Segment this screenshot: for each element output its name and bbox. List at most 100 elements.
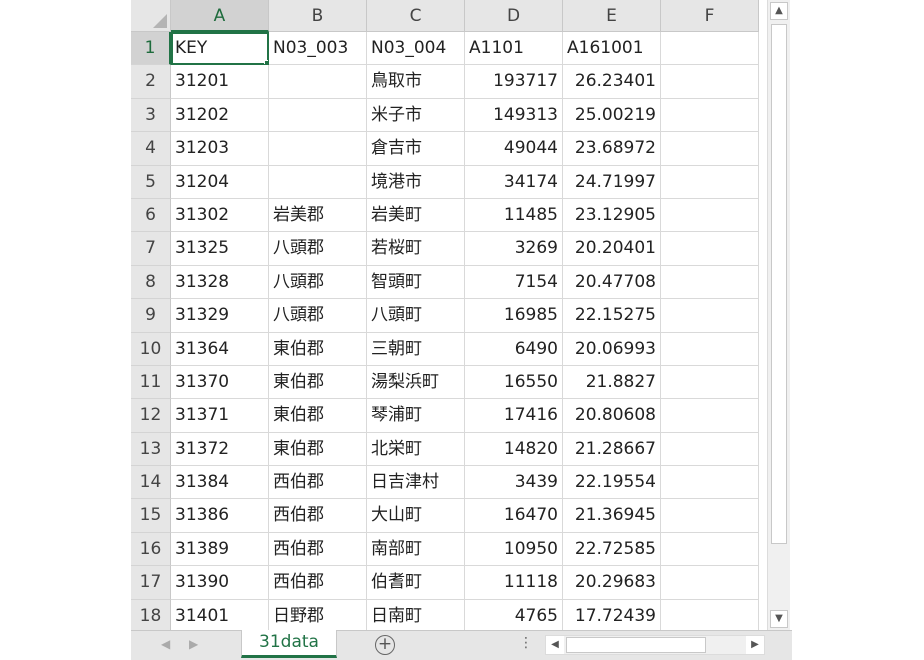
cell-d16[interactable]: 10950	[465, 532, 563, 567]
cell-e3[interactable]: 25.00219	[563, 98, 661, 133]
cell-a1[interactable]: KEY	[171, 32, 269, 66]
cell-f18[interactable]	[661, 599, 759, 634]
cell-a18[interactable]: 31401	[171, 599, 269, 634]
cell-f14[interactable]	[661, 466, 759, 500]
cell-d11[interactable]: 16550	[465, 365, 563, 400]
cell-f3[interactable]	[661, 98, 759, 133]
cell-a9[interactable]: 31329	[171, 299, 269, 333]
row-header-13[interactable]: 13	[131, 432, 171, 467]
cell-c3[interactable]: 米子市	[367, 98, 465, 133]
cell-b8[interactable]: 八頭郡	[269, 265, 367, 300]
cell-c8[interactable]: 智頭町	[367, 265, 465, 300]
scroll-down-icon[interactable]: ▼	[770, 610, 788, 628]
vertical-scrollbar[interactable]: ▲ ▼	[767, 0, 790, 632]
cell-a11[interactable]: 31370	[171, 365, 269, 400]
cell-f9[interactable]	[661, 299, 759, 333]
cell-b5[interactable]	[269, 165, 367, 199]
cell-e15[interactable]: 21.36945	[563, 499, 661, 533]
row-header-3[interactable]: 3	[131, 98, 171, 133]
cell-f8[interactable]	[661, 265, 759, 300]
cell-c1[interactable]: N03_004	[367, 32, 465, 66]
scroll-left-icon[interactable]: ◀	[546, 636, 564, 654]
cell-b11[interactable]: 東伯郡	[269, 365, 367, 400]
row-header-5[interactable]: 5	[131, 165, 171, 199]
cell-b14[interactable]: 西伯郡	[269, 466, 367, 500]
prev-sheet-icon[interactable]: ◀	[161, 637, 170, 651]
cell-d17[interactable]: 11118	[465, 566, 563, 600]
cell-c12[interactable]: 琴浦町	[367, 399, 465, 433]
cell-b15[interactable]: 西伯郡	[269, 499, 367, 533]
cell-b13[interactable]: 東伯郡	[269, 432, 367, 467]
cell-b6[interactable]: 岩美郡	[269, 198, 367, 233]
row-header-12[interactable]: 12	[131, 399, 171, 433]
column-header-c[interactable]: C	[367, 0, 465, 32]
cell-c5[interactable]: 境港市	[367, 165, 465, 199]
add-sheet-icon[interactable]: +	[375, 635, 395, 655]
cell-a5[interactable]: 31204	[171, 165, 269, 199]
column-header-f[interactable]: F	[661, 0, 759, 32]
column-header-e[interactable]: E	[563, 0, 661, 32]
cell-a12[interactable]: 31371	[171, 399, 269, 433]
row-header-15[interactable]: 15	[131, 499, 171, 533]
cell-e11[interactable]: 21.8827	[563, 365, 661, 400]
cell-a3[interactable]: 31202	[171, 98, 269, 133]
cell-f13[interactable]	[661, 432, 759, 467]
cell-f6[interactable]	[661, 198, 759, 233]
cell-d13[interactable]: 14820	[465, 432, 563, 467]
cell-f16[interactable]	[661, 532, 759, 567]
cell-c9[interactable]: 八頭町	[367, 299, 465, 333]
cell-c18[interactable]: 日南町	[367, 599, 465, 634]
cell-c7[interactable]: 若桜町	[367, 232, 465, 266]
cell-d18[interactable]: 4765	[465, 599, 563, 634]
cell-f12[interactable]	[661, 399, 759, 433]
cell-a10[interactable]: 31364	[171, 332, 269, 366]
cell-d7[interactable]: 3269	[465, 232, 563, 266]
cell-a2[interactable]: 31201	[171, 65, 269, 99]
horizontal-scrollbar[interactable]: ◀ ▶	[545, 635, 765, 655]
cell-e2[interactable]: 26.23401	[563, 65, 661, 99]
cell-a7[interactable]: 31325	[171, 232, 269, 266]
cell-e13[interactable]: 21.28667	[563, 432, 661, 467]
cell-b12[interactable]: 東伯郡	[269, 399, 367, 433]
cell-f11[interactable]	[661, 365, 759, 400]
cell-b3[interactable]	[269, 98, 367, 133]
cell-f4[interactable]	[661, 132, 759, 166]
cell-d3[interactable]: 149313	[465, 98, 563, 133]
cell-d15[interactable]: 16470	[465, 499, 563, 533]
cell-f2[interactable]	[661, 65, 759, 99]
cell-d14[interactable]: 3439	[465, 466, 563, 500]
cell-c2[interactable]: 鳥取市	[367, 65, 465, 99]
cell-e9[interactable]: 22.15275	[563, 299, 661, 333]
column-header-d[interactable]: D	[465, 0, 563, 32]
row-header-17[interactable]: 17	[131, 566, 171, 600]
cell-e14[interactable]: 22.19554	[563, 466, 661, 500]
cell-f1[interactable]	[661, 32, 759, 66]
cell-e18[interactable]: 17.72439	[563, 599, 661, 634]
cell-d12[interactable]: 17416	[465, 399, 563, 433]
row-header-14[interactable]: 14	[131, 466, 171, 500]
column-header-b[interactable]: B	[269, 0, 367, 32]
cell-d8[interactable]: 7154	[465, 265, 563, 300]
cell-c15[interactable]: 大山町	[367, 499, 465, 533]
cell-f10[interactable]	[661, 332, 759, 366]
cell-b10[interactable]: 東伯郡	[269, 332, 367, 366]
cell-c6[interactable]: 岩美町	[367, 198, 465, 233]
cell-d5[interactable]: 34174	[465, 165, 563, 199]
cell-b17[interactable]: 西伯郡	[269, 566, 367, 600]
column-header-a[interactable]: A	[171, 0, 269, 32]
cell-d4[interactable]: 49044	[465, 132, 563, 166]
horizontal-scroll-thumb[interactable]	[566, 637, 706, 653]
vertical-scroll-thumb[interactable]	[771, 24, 787, 544]
cell-e12[interactable]: 20.80608	[563, 399, 661, 433]
row-header-4[interactable]: 4	[131, 132, 171, 166]
cell-c11[interactable]: 湯梨浜町	[367, 365, 465, 400]
cell-c10[interactable]: 三朝町	[367, 332, 465, 366]
sheet-tab-31data[interactable]: 31data	[241, 630, 337, 658]
next-sheet-icon[interactable]: ▶	[189, 637, 198, 651]
row-header-6[interactable]: 6	[131, 198, 171, 233]
cell-d2[interactable]: 193717	[465, 65, 563, 99]
row-header-11[interactable]: 11	[131, 365, 171, 400]
row-header-10[interactable]: 10	[131, 332, 171, 366]
select-all-button[interactable]	[131, 0, 171, 32]
scroll-right-icon[interactable]: ▶	[746, 636, 764, 654]
